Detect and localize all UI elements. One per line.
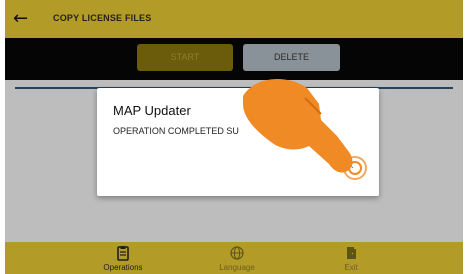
nav-label-operations: Operations — [103, 263, 143, 272]
nav-item-language[interactable]: Language — [187, 242, 287, 274]
completion-dialog: MAP Updater OPERATION COMPLETED SU OK — [97, 88, 379, 196]
screen-frame: ← COPY LICENSE FILES START DELETE MAP Up… — [0, 0, 468, 274]
bottom-navigation: Operations Language Exit — [5, 242, 463, 274]
dialog-message: OPERATION COMPLETED SU — [113, 126, 239, 136]
page-title: COPY LICENSE FILES — [53, 13, 152, 23]
dialog-title: MAP Updater — [113, 103, 191, 118]
nav-label-exit: Exit — [344, 263, 358, 272]
nav-item-operations[interactable]: Operations — [73, 242, 173, 274]
nav-label-language: Language — [219, 263, 255, 272]
content-area: MAP Updater OPERATION COMPLETED SU OK — [5, 80, 463, 242]
top-app-bar: ← COPY LICENSE FILES — [5, 0, 463, 38]
globe-icon — [230, 246, 244, 260]
start-button[interactable]: START — [137, 44, 233, 71]
clipboard-icon — [117, 246, 129, 261]
door-exit-icon — [347, 247, 356, 259]
ok-button[interactable]: OK — [337, 158, 357, 172]
delete-button[interactable]: DELETE — [243, 44, 340, 71]
back-arrow-icon[interactable]: ← — [13, 9, 33, 29]
app-window: ← COPY LICENSE FILES START DELETE MAP Up… — [5, 0, 463, 274]
nav-item-exit[interactable]: Exit — [301, 242, 401, 274]
action-bar: START DELETE — [5, 38, 463, 80]
